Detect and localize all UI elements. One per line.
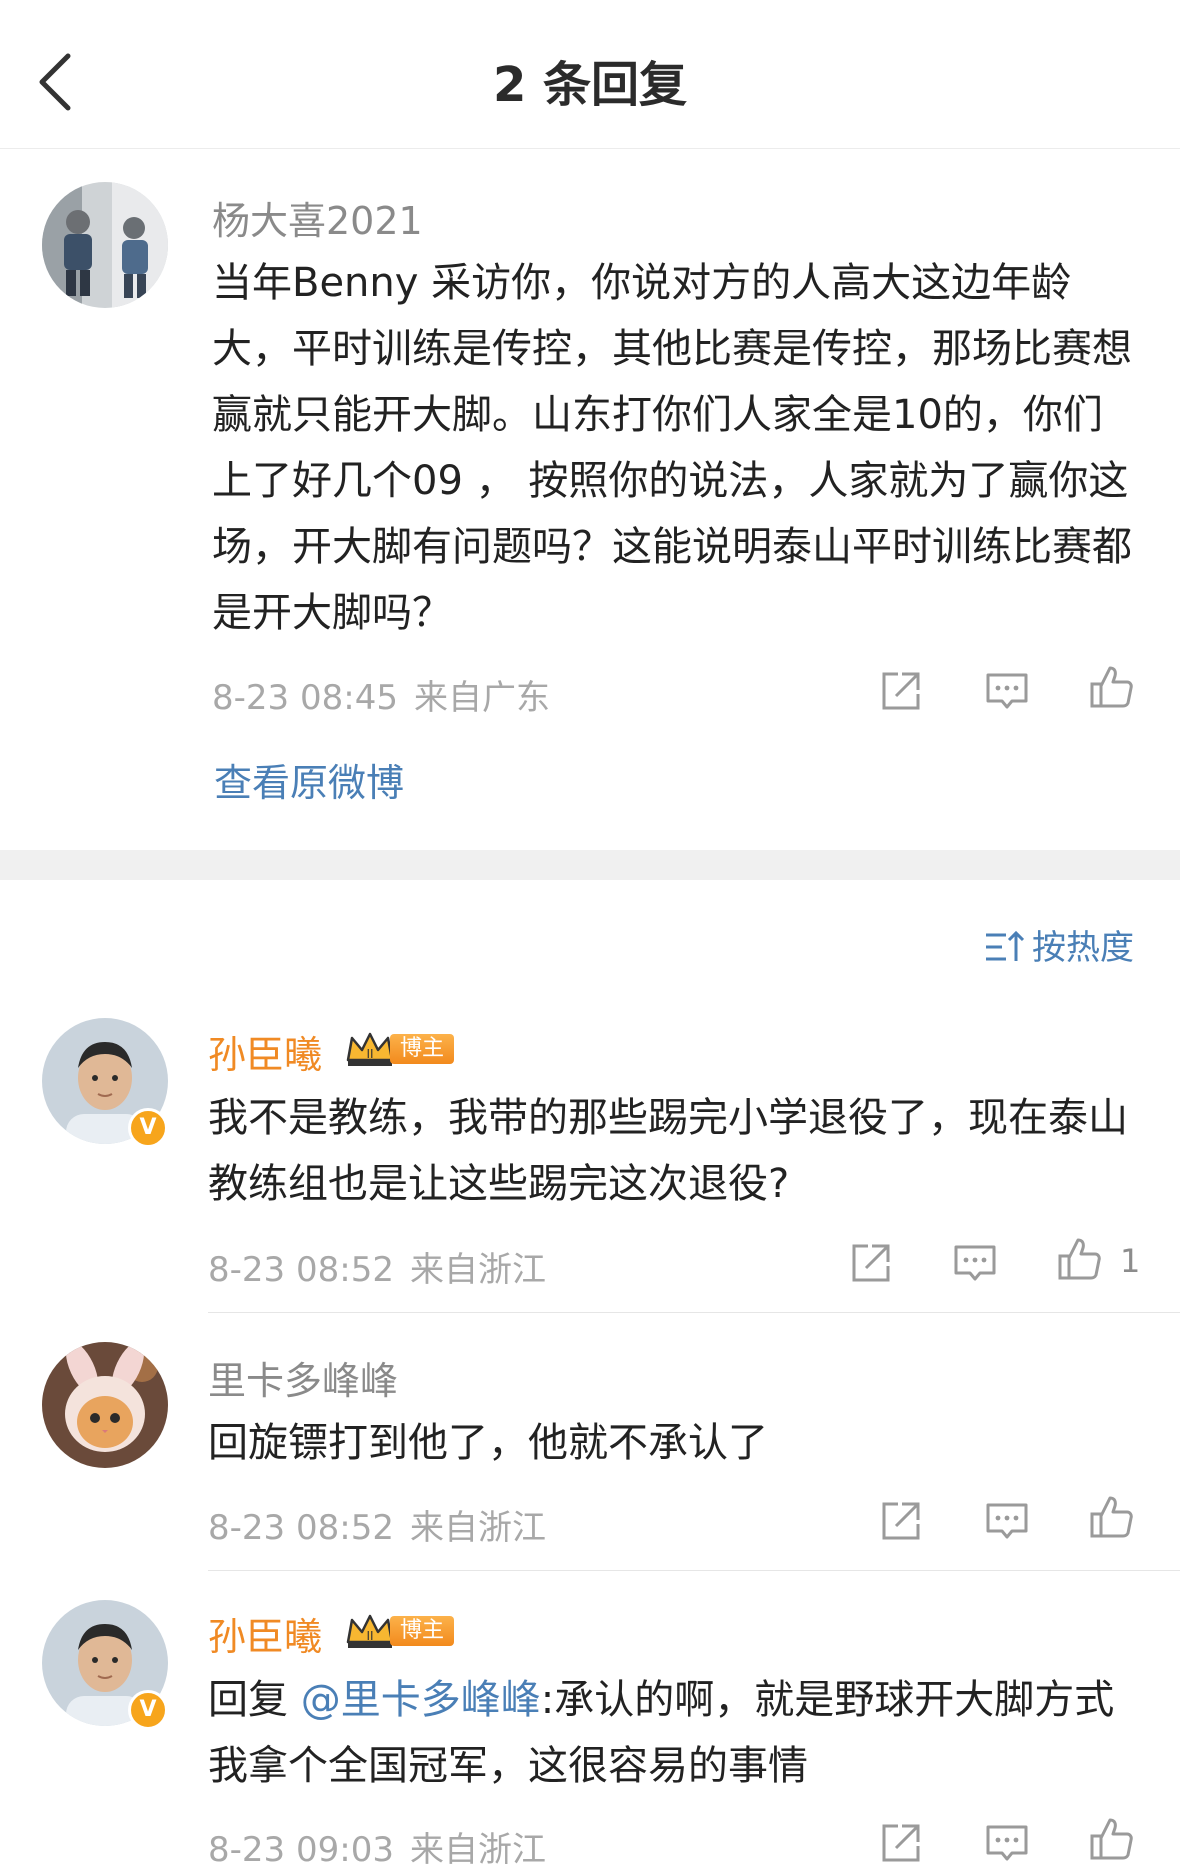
share-button[interactable] <box>878 1498 924 1544</box>
share-icon <box>882 1824 920 1862</box>
blogger-badge: II 博主 <box>344 1030 455 1068</box>
reply-prefix: 回复 <box>208 1677 301 1723</box>
comment-icon <box>954 1245 996 1281</box>
like-button[interactable] <box>1088 664 1134 710</box>
blogger-badge: II 博主 <box>344 1612 455 1650</box>
comment-icon <box>986 1503 1028 1539</box>
sort-label: 按热度 <box>1032 928 1134 968</box>
thumbs-up-icon <box>1090 1818 1133 1860</box>
location: 来自浙江 <box>409 1250 546 1290</box>
thumbs-up-icon <box>1090 666 1133 708</box>
reply-text: 我不是教练，我带的那些踢完小学退役了，现在泰山教练组也是让这些踢完这次退役? <box>208 1095 1128 1207</box>
reply-meta: 8-23 08:52 来自浙江 <box>208 1500 546 1549</box>
crown-icon: II <box>346 1032 394 1066</box>
sort-button[interactable]: 按热度 <box>984 920 1134 969</box>
comment-meta: 8-23 08:45 来自广东 <box>212 670 550 719</box>
verified-v-icon: V <box>128 1690 168 1730</box>
share-button[interactable] <box>848 1240 894 1286</box>
sort-icon <box>986 930 1025 961</box>
user-name[interactable]: 孙臣曦 <box>208 1606 322 1661</box>
comment-icon <box>986 673 1028 709</box>
top-bar: 2 条回复 <box>0 0 1180 149</box>
location: 来自浙江 <box>409 1508 546 1548</box>
timestamp: 8-23 08:52 <box>208 1250 394 1290</box>
reply-text: 回旋镖打到他了，他就不承认了 <box>208 1420 768 1466</box>
comment-button[interactable] <box>984 1498 1030 1544</box>
timestamp: 8-23 08:52 <box>208 1508 394 1548</box>
page-title: 2 条回复 <box>492 57 688 113</box>
user-name[interactable]: 杨大喜2021 <box>212 190 423 245</box>
reply-text: 回复 @里卡多峰峰:承认的啊，就是野球开大脚方式我拿个全国冠军，这很容易的事情 <box>208 1667 1128 1799</box>
section-divider <box>0 850 1180 880</box>
reply-meta: 8-23 08:52 来自浙江 <box>208 1242 546 1291</box>
divider <box>208 1312 1180 1313</box>
view-original-link[interactable]: 查看原微博 <box>214 752 404 807</box>
svg-text:II: II <box>366 1629 373 1643</box>
comment-button[interactable] <box>984 668 1030 714</box>
blogger-tag: 博主 <box>390 1034 455 1064</box>
verified-v-icon: V <box>128 1108 168 1148</box>
comment-text: 当年Benny 采访你，你说对方的人高大这边年龄大，平时训练是传控，其他比赛是传… <box>212 260 1132 636</box>
share-button[interactable] <box>878 1820 924 1866</box>
svg-text:II: II <box>366 1047 373 1061</box>
like-button[interactable] <box>1088 1494 1134 1540</box>
share-button[interactable] <box>878 668 924 714</box>
crown-icon: II <box>346 1614 394 1648</box>
like-button[interactable] <box>1088 1816 1134 1862</box>
like-count: 1 <box>1120 1242 1141 1280</box>
location: 来自广东 <box>413 678 550 718</box>
user-name[interactable]: 孙臣曦 <box>208 1024 322 1079</box>
divider <box>208 1570 1180 1571</box>
share-icon <box>882 1502 920 1540</box>
comment-icon <box>986 1825 1028 1861</box>
share-icon <box>852 1244 890 1282</box>
mention-link[interactable]: @里卡多峰峰 <box>301 1677 541 1723</box>
like-button[interactable] <box>1056 1236 1102 1282</box>
share-icon <box>882 672 920 710</box>
thumbs-up-icon <box>1090 1496 1133 1538</box>
thumbs-up-icon <box>1058 1238 1101 1280</box>
user-name[interactable]: 里卡多峰峰 <box>208 1350 398 1405</box>
timestamp: 8-23 09:03 <box>208 1830 394 1870</box>
blogger-tag: 博主 <box>390 1616 455 1646</box>
avatar[interactable] <box>42 182 168 308</box>
comment-button[interactable] <box>984 1820 1030 1866</box>
comment-button[interactable] <box>952 1240 998 1286</box>
reply-meta: 8-23 09:03 来自浙江 <box>208 1822 546 1871</box>
timestamp: 8-23 08:45 <box>212 678 398 718</box>
avatar[interactable] <box>42 1342 168 1468</box>
location: 来自浙江 <box>409 1830 546 1870</box>
